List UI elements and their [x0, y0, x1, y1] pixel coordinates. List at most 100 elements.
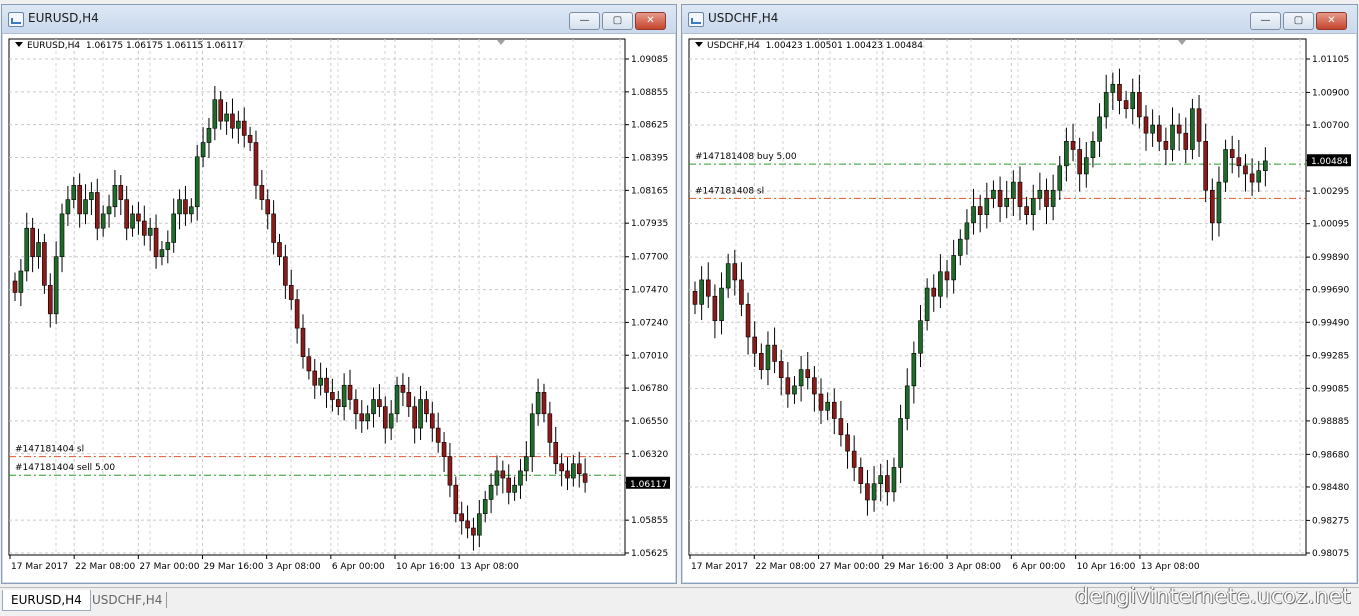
- candle-body: [785, 377, 791, 395]
- candle-body: [547, 413, 553, 443]
- window-titlebar[interactable]: USDCHF,H4 — ▢ ✕: [682, 5, 1357, 34]
- date-label: 27 Mar 00:00: [820, 562, 880, 572]
- candle-body: [957, 238, 963, 256]
- candle-body: [1236, 157, 1242, 167]
- candle-body: [765, 344, 771, 370]
- candle-body: [997, 189, 1003, 207]
- candle-body: [136, 213, 141, 222]
- maximize-button[interactable]: ▢: [1283, 12, 1314, 30]
- tab-usdchf[interactable]: USDCHF,H4: [84, 590, 170, 610]
- candle-body: [241, 120, 247, 136]
- date-label: 22 Mar 08:00: [75, 562, 135, 572]
- candle-body: [53, 256, 59, 315]
- tab-eurusd[interactable]: EURUSD,H4: [2, 590, 91, 611]
- window-titlebar[interactable]: EURUSD,H4 — ▢ ✕: [2, 5, 676, 34]
- candle-body: [377, 399, 382, 407]
- candlestick-chart[interactable]: 1.09085 1.08855 1.08625 1.08395 1.08165 1.079…: [5, 35, 673, 581]
- candle-body: [529, 413, 535, 457]
- candle-body: [441, 442, 447, 457]
- candle-body: [1070, 141, 1076, 150]
- maximize-button[interactable]: ▢: [602, 12, 633, 30]
- price-label: 1.08395: [631, 154, 668, 164]
- candle-body: [200, 142, 206, 158]
- candle-body: [371, 399, 376, 415]
- candle-body: [147, 227, 153, 236]
- candle-body: [745, 304, 751, 338]
- candle-body: [931, 287, 937, 297]
- candle-body: [818, 393, 824, 411]
- candle-body: [218, 99, 224, 122]
- candle-body: [699, 279, 704, 305]
- candle-body: [984, 198, 990, 215]
- chart-symbol: EURUSD,H4: [27, 41, 81, 51]
- candle-body: [106, 206, 112, 215]
- candle-body: [183, 199, 188, 215]
- candle-body: [59, 213, 65, 258]
- candle-body: [1011, 181, 1016, 199]
- candle-body: [885, 475, 890, 493]
- close-button[interactable]: ✕: [1316, 12, 1347, 30]
- price-label: 1.07470: [631, 286, 668, 296]
- candle-body: [347, 384, 353, 400]
- candle-body: [898, 418, 903, 468]
- date-label: 3 Apr 08:00: [268, 562, 321, 572]
- date-label: 13 Apr 08:00: [460, 562, 519, 572]
- candle-body: [430, 413, 435, 429]
- candle-body: [118, 185, 124, 200]
- candle-body: [1050, 189, 1056, 207]
- candle-body: [65, 199, 71, 215]
- candle-body: [1216, 181, 1222, 224]
- candle-body: [435, 427, 441, 443]
- candle-body: [159, 249, 165, 258]
- price-chart[interactable]: 1.09085 1.08855 1.08625 1.08395 1.08165 1.079…: [5, 35, 673, 581]
- candle-body: [851, 450, 857, 468]
- candle-body: [858, 467, 864, 485]
- candle-body: [477, 513, 482, 536]
- candle-body: [459, 513, 464, 522]
- chart-info-bar: USDCHF,H4 1.00423 1.00501 1.00423 1.0048…: [695, 41, 923, 51]
- minimize-button[interactable]: —: [1250, 12, 1281, 30]
- price-chart[interactable]: 1.01105 1.00900 1.00700 1.00484 1.00295 1.000…: [685, 35, 1354, 581]
- chart-window-eurusd[interactable]: EURUSD,H4 — ▢ ✕ 1.09085 1.08855 1.08625 1.0…: [1, 4, 677, 584]
- candle-body: [911, 352, 917, 387]
- candle-body: [224, 113, 229, 122]
- candle-body: [112, 185, 118, 208]
- candle-body: [30, 227, 35, 258]
- candle-body: [324, 377, 329, 393]
- candle-body: [24, 227, 30, 272]
- candle-body: [294, 299, 300, 329]
- candle-body: [253, 142, 259, 186]
- candle-body: [512, 484, 517, 493]
- price-label: 1.00295: [1312, 187, 1349, 197]
- chart-symbol: USDCHF,H4: [707, 41, 760, 51]
- candle-body: [871, 483, 877, 501]
- candle-body: [1130, 92, 1136, 110]
- candle-body: [553, 442, 559, 465]
- candle-body: [1229, 149, 1235, 158]
- candle-body: [812, 377, 817, 395]
- price-label: 1.00095: [1312, 220, 1349, 230]
- window-title: USDCHF,H4: [708, 11, 779, 25]
- price-label: 1.00700: [1312, 121, 1349, 131]
- date-label: 10 Apr 16:00: [1077, 562, 1136, 572]
- candle-body: [805, 369, 811, 379]
- candle-body: [918, 320, 923, 354]
- price-label: 1.05625: [631, 549, 668, 559]
- candle-body: [535, 392, 541, 415]
- candlestick-chart[interactable]: 1.01105 1.00900 1.00700 1.00484 1.00295 1.000…: [685, 35, 1354, 581]
- candle-body: [1004, 198, 1010, 207]
- candle-body: [171, 213, 176, 243]
- candle-body: [47, 284, 53, 315]
- date-label: 3 Apr 08:00: [948, 562, 1001, 572]
- candle-body: [259, 185, 265, 200]
- price-label: 1.08855: [631, 88, 668, 98]
- chart-window-usdchf[interactable]: USDCHF,H4 — ▢ ✕ 1.01105 1.00900 1.00700 1.0…: [681, 4, 1358, 584]
- minimize-button[interactable]: —: [569, 12, 600, 30]
- candle-body: [306, 356, 312, 372]
- price-label: 0.98680: [1312, 450, 1349, 460]
- close-button[interactable]: ✕: [635, 12, 666, 30]
- candle-body: [878, 475, 884, 485]
- candle-body: [752, 336, 757, 354]
- candle-body: [1110, 83, 1116, 93]
- candle-body: [265, 199, 271, 215]
